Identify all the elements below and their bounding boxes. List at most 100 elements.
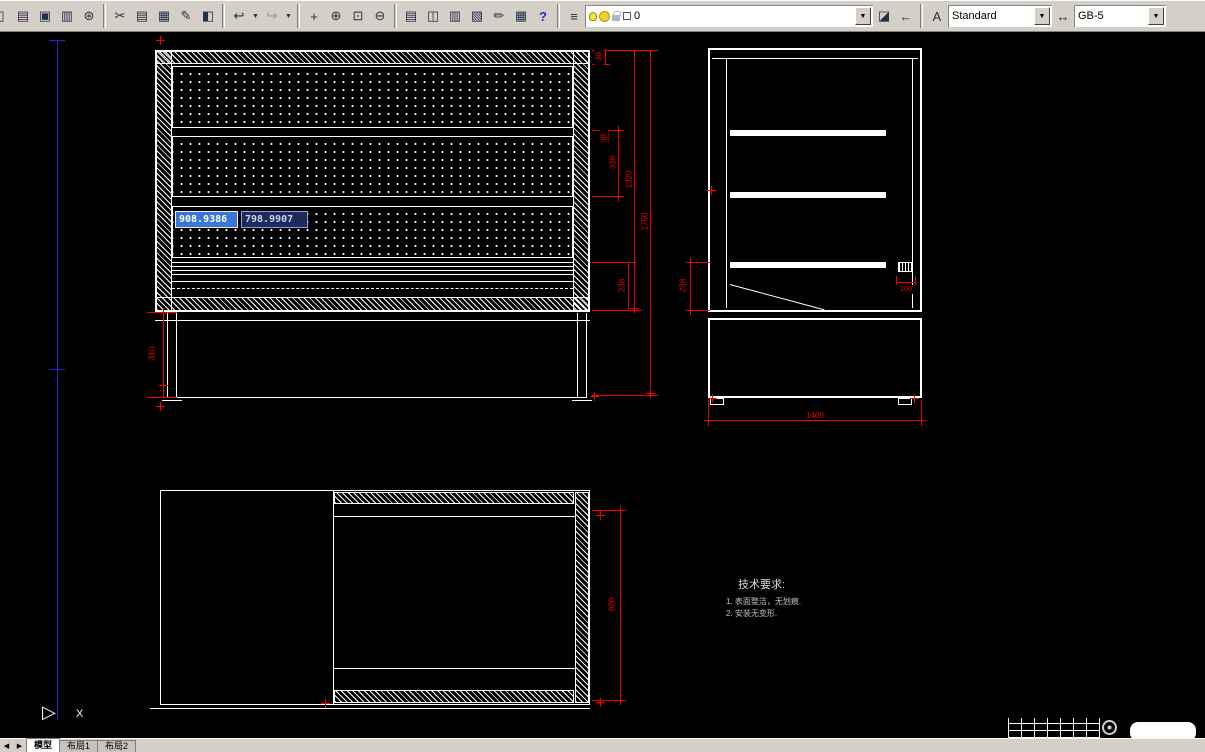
dim-style-icon: ↔ bbox=[1056, 8, 1070, 24]
paste-button[interactable]: ▦ bbox=[153, 4, 175, 28]
layer-color-swatch[interactable] bbox=[623, 12, 631, 20]
dim-line-depth bbox=[620, 510, 621, 701]
print-preview-button[interactable]: ▣ bbox=[34, 4, 56, 28]
front-view-left-leg-line bbox=[176, 313, 177, 397]
cut-button[interactable]: ✂ bbox=[109, 4, 131, 28]
redo-dropdown-button[interactable]: ▼ bbox=[283, 4, 294, 28]
chevron-down-icon: ▼ bbox=[1038, 12, 1046, 20]
dim-extension-line bbox=[694, 310, 710, 311]
layout-tab-bar: ◀ ▶ 模型 布局1 布局2 bbox=[0, 738, 1205, 752]
front-view-right-leg-line bbox=[586, 313, 587, 397]
layer-combo-arrow[interactable]: ▼ bbox=[855, 7, 871, 25]
front-view-hatch-right bbox=[573, 51, 589, 311]
dim-label-overall-width: 1400 bbox=[790, 411, 840, 420]
layer-previous-icon: ← bbox=[899, 8, 913, 24]
copy-icon: ▤ bbox=[135, 8, 149, 23]
drawing-canvas[interactable]: 310 30 38 338 1320 1750 238 238 100 1400… bbox=[0, 32, 1205, 738]
markup-button[interactable]: ✏ bbox=[488, 4, 510, 28]
block-editor-button[interactable]: ◧ bbox=[197, 4, 219, 28]
tab-model-label: 模型 bbox=[34, 740, 53, 750]
dim-style-combo-arrow[interactable]: ▼ bbox=[1148, 7, 1164, 25]
print-button[interactable]: ▤ bbox=[12, 4, 34, 28]
quickcalc-button[interactable]: ▦ bbox=[510, 4, 532, 28]
tab-layout2-label: 布局2 bbox=[105, 741, 129, 751]
dim-line-panel-pitch bbox=[618, 130, 619, 196]
dim-style-combo[interactable]: GB-5 ▼ bbox=[1074, 5, 1166, 27]
pan-button[interactable]: + bbox=[303, 4, 325, 28]
zoom-previous-button[interactable]: ⊖ bbox=[369, 4, 391, 28]
side-view-outline bbox=[708, 48, 922, 312]
top-view-divider-line bbox=[333, 491, 334, 704]
ucs-x-arrow-icon: ▷ bbox=[42, 702, 56, 722]
dynamic-input-x-field[interactable]: 908.9386 bbox=[175, 211, 238, 228]
ucs-x-axis-label: X bbox=[76, 708, 84, 720]
tab-layout2[interactable]: 布局2 bbox=[97, 740, 137, 752]
dim-label-depth: 800 bbox=[607, 584, 617, 625]
copy-button[interactable]: ▤ bbox=[131, 4, 153, 28]
front-view-right-leg-line bbox=[577, 313, 578, 397]
dim-tick-cross bbox=[917, 416, 926, 425]
dim-tick-cross bbox=[156, 36, 165, 45]
dim-tick-cross bbox=[708, 394, 717, 403]
text-style-combo[interactable]: Standard ▼ bbox=[948, 5, 1052, 27]
dim-tick-cross bbox=[630, 304, 639, 313]
dim-tick-cross bbox=[686, 306, 695, 315]
sheet-set-manager-button[interactable]: ▧ bbox=[466, 4, 488, 28]
tab-model[interactable]: 模型 bbox=[26, 738, 61, 752]
layer-combo[interactable]: 0 ▼ bbox=[585, 5, 873, 27]
help-icon: ? bbox=[539, 8, 547, 24]
layer-lock-icon[interactable] bbox=[612, 10, 621, 21]
match-properties-icon: ✎ bbox=[180, 8, 192, 23]
undo-icon: ↩ bbox=[233, 8, 245, 23]
help-button[interactable]: ? bbox=[532, 4, 554, 28]
hyperlink-button[interactable]: ⊛ bbox=[78, 4, 100, 28]
designcenter-button[interactable]: ◫ bbox=[422, 4, 444, 28]
text-style-button[interactable]: A bbox=[926, 4, 948, 28]
layer-freeze-sun-icon[interactable] bbox=[600, 11, 609, 21]
publish-button[interactable]: ▥ bbox=[56, 4, 78, 28]
new-button[interactable]: ▯ bbox=[0, 4, 12, 28]
layer-properties-icon: ≡ bbox=[570, 8, 578, 24]
front-view-hidden-line bbox=[172, 288, 573, 289]
layer-properties-button[interactable]: ≡ bbox=[563, 4, 585, 28]
dynamic-input-y-field[interactable]: 798.9907 bbox=[241, 211, 308, 228]
undo-dropdown-button[interactable]: ▼ bbox=[250, 4, 261, 28]
undo-button[interactable]: ↩ bbox=[228, 4, 250, 28]
front-view-slat-line bbox=[172, 274, 573, 275]
side-view-shelf-1 bbox=[730, 130, 886, 136]
zoom-window-button[interactable]: ⊡ bbox=[347, 4, 369, 28]
properties-button[interactable]: ▤ bbox=[400, 4, 422, 28]
dim-tick-cross bbox=[321, 699, 330, 708]
front-view-pegboard-panel-2 bbox=[172, 136, 573, 197]
layer-previous-button[interactable]: ← bbox=[895, 4, 917, 28]
tool-palettes-button[interactable]: ▥ bbox=[444, 4, 466, 28]
tab-layout1[interactable]: 布局1 bbox=[59, 740, 99, 752]
redo-button[interactable]: ↪ bbox=[261, 4, 283, 28]
tab-nav-next-button[interactable]: ▶ bbox=[13, 739, 26, 752]
properties-icon: ▤ bbox=[404, 8, 418, 23]
dim-line-slot-width bbox=[896, 282, 916, 283]
chevron-down-icon: ▼ bbox=[252, 12, 259, 20]
layer-states-button[interactable]: ◪ bbox=[873, 4, 895, 28]
toolbar-separator bbox=[920, 4, 923, 28]
tab-nav-prev-button[interactable]: ◀ bbox=[0, 739, 13, 752]
block-editor-icon: ◧ bbox=[201, 8, 215, 23]
designcenter-icon: ◫ bbox=[426, 8, 440, 23]
match-properties-button[interactable]: ✎ bbox=[175, 4, 197, 28]
text-style-combo-arrow[interactable]: ▼ bbox=[1034, 7, 1050, 25]
top-view-hatch-top bbox=[334, 492, 574, 504]
dim-label-bottom-section: 238 bbox=[617, 265, 627, 306]
dim-label-top-band: 30 bbox=[594, 36, 604, 77]
zoom-realtime-icon: ⊕ bbox=[330, 8, 342, 23]
side-view-base-outline bbox=[708, 318, 922, 398]
front-view-slat-line bbox=[172, 281, 573, 282]
top-view-hatch-bottom bbox=[334, 690, 574, 703]
side-view-shelf-3 bbox=[730, 262, 886, 268]
dim-tick-cross bbox=[704, 416, 713, 425]
tech-requirements-note: 1. 表面整洁，无划痕. bbox=[726, 597, 802, 606]
prev-arrow-icon: ◀ bbox=[3, 742, 10, 750]
dim-style-button[interactable]: ↔ bbox=[1052, 4, 1074, 28]
layer-on-bulb-icon[interactable] bbox=[589, 11, 597, 21]
dim-tick-cross bbox=[159, 308, 168, 317]
zoom-realtime-button[interactable]: ⊕ bbox=[325, 4, 347, 28]
